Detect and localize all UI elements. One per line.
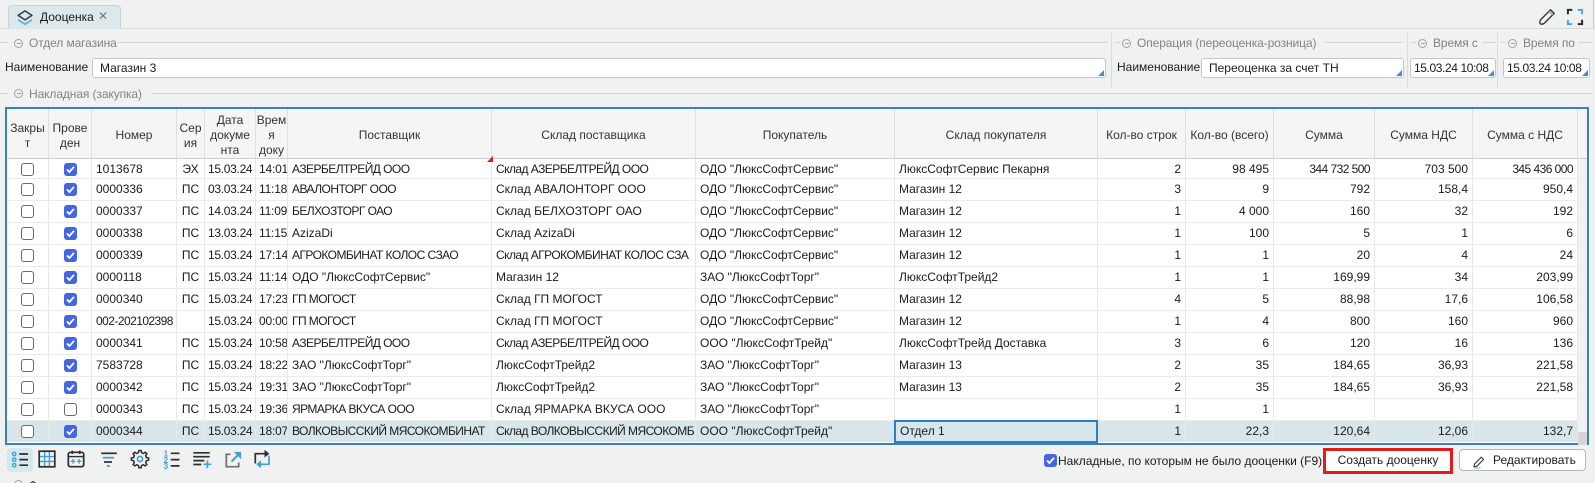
svg-text:3: 3 bbox=[164, 462, 169, 471]
